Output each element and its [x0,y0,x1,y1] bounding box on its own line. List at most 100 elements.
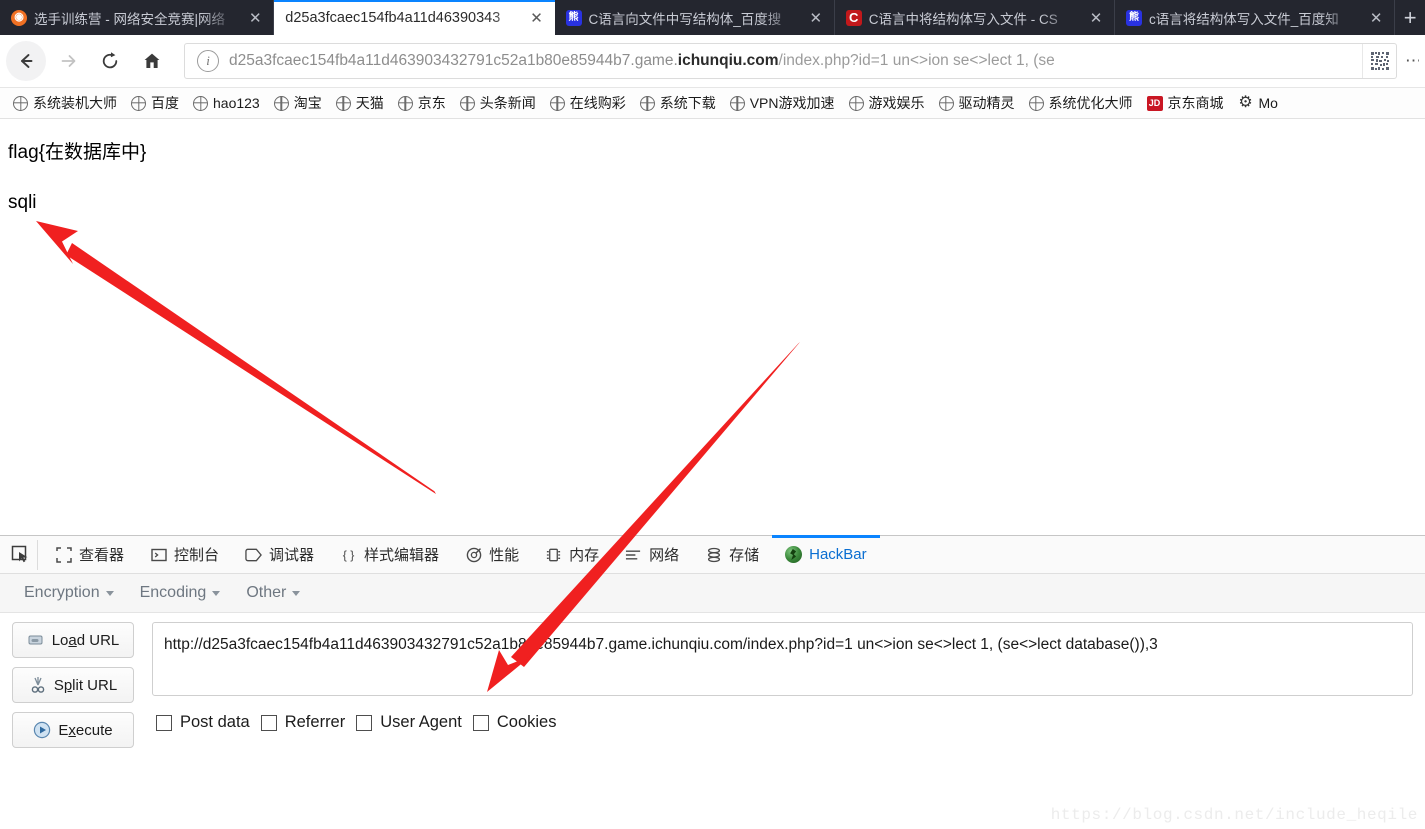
bookmark-item[interactable]: 系统装机大师 [6,93,124,113]
gear-icon: ⚙ [1238,94,1253,111]
checkbox-post-data[interactable] [156,714,172,731]
devtools-tab-inspector[interactable]: 查看器 [42,536,137,573]
devtools-panel: 查看器 控制台 调试器 { } 样式编辑器 性能 内存 网络 存储 HackBa… [0,535,1425,771]
browser-tab-3[interactable]: 熊 C语言向文件中写结构体_百度搜 ✕ [555,0,835,35]
bookmark-item[interactable]: 百度 [124,93,186,113]
devtools-tab-storage[interactable]: 存储 [692,536,772,573]
ichunqiu-icon: ◉ [11,9,27,26]
devtools-tab-label: 性能 [489,547,520,564]
tab-close-icon[interactable]: ✕ [1086,8,1106,28]
browser-tab-5[interactable]: 熊 c语言将结构体写入文件_百度知 ✕ [1115,0,1396,35]
bookmark-item[interactable]: 天猫 [329,93,391,113]
site-info-icon[interactable]: i [197,50,219,72]
option-user-agent[interactable]: User Agent [356,713,469,732]
devtools-tab-style-editor[interactable]: { } 样式编辑器 [327,536,452,573]
checkbox-user-agent[interactable] [356,714,373,731]
home-button[interactable] [132,41,172,81]
address-bar-actions [1362,44,1396,78]
bookmark-label: 京东商城 [1167,95,1224,111]
option-referrer[interactable]: Referrer [260,713,353,732]
devtools-tab-label: 内存 [569,547,600,564]
bookmark-label: 游戏娱乐 [868,95,925,111]
devtools-tab-label: 查看器 [79,547,125,564]
tab-title: d25a3fcaec154fb4a11d46390343 [285,9,501,26]
bookmark-item[interactable]: JD 京东商城 [1140,93,1231,113]
bookmark-label: 头条新闻 [479,95,536,111]
hackbar-menu-encryption[interactable]: Encryption [14,580,124,606]
execute-button[interactable]: Execute [12,712,134,748]
execute-label: Execute [58,721,113,739]
hackbar-url-area: http://d25a3fcaec154fb4a11d463903432791c… [152,622,1413,771]
browser-tab-2-active[interactable]: d25a3fcaec154fb4a11d46390343 ✕ [274,0,555,35]
browser-menu-button[interactable]: ⋯ [1405,51,1419,71]
option-label: Referrer [284,713,346,731]
hackbar-body: Load URL Split URL Execute http://d25a3f… [0,613,1425,771]
chevron-down-icon [292,590,301,596]
bookmark-item[interactable]: 淘宝 [267,93,329,113]
bookmark-item[interactable]: VPN游戏加速 [723,93,842,113]
devtools-tab-console[interactable]: 控制台 [137,536,232,573]
address-bar-text: d25a3fcaec154fb4a11d463903432791c52a1b80… [229,52,1362,70]
browser-tab-4[interactable]: C C语言中将结构体写入文件 - CS ✕ [835,0,1115,35]
bookmark-item[interactable]: 驱动精灵 [932,93,1022,113]
hackbar-menubar: Encryption Encoding Other [0,574,1425,613]
globe-icon [131,95,146,111]
bookmark-item[interactable]: 京东 [391,93,453,113]
console-icon [150,546,167,563]
tab-title: C语言中将结构体写入文件 - CS [868,11,1058,27]
load-url-button[interactable]: Load URL [12,622,134,658]
url-textarea[interactable]: http://d25a3fcaec154fb4a11d463903432791c… [152,622,1413,696]
hackbar-button-column: Load URL Split URL Execute [12,622,134,771]
devtools-tab-hackbar[interactable]: HackBar [772,535,880,573]
bookmark-item[interactable]: hao123 [186,95,267,111]
bookmark-item[interactable]: 系统下载 [633,93,723,113]
bookmark-item[interactable]: 游戏娱乐 [842,93,932,113]
split-url-button[interactable]: Split URL [12,667,134,703]
checkbox-referrer[interactable] [260,714,277,731]
devtools-tab-label: 样式编辑器 [364,547,440,564]
style-editor-icon: { } [340,546,357,563]
reload-button[interactable] [90,41,130,81]
watermark-text: https://blog.csdn.net/include_heqile [1050,806,1418,824]
devtools-tab-label: 存储 [729,547,760,564]
load-url-label: Load URL [51,631,120,649]
tab-title: c语言将结构体写入文件_百度知 [1148,11,1339,27]
devtools-tab-label: 控制台 [174,547,220,564]
bookmark-item[interactable]: 系统优化大师 [1022,93,1140,113]
option-cookies[interactable]: Cookies [472,713,564,732]
bookmark-label: VPN游戏加速 [749,95,835,111]
tab-close-icon[interactable]: ✕ [1366,8,1386,28]
new-tab-button[interactable]: + [1395,0,1425,35]
bookmark-item[interactable]: 在线购彩 [543,93,633,113]
option-label: Post data [180,713,250,731]
element-picker-icon[interactable] [4,539,38,570]
forward-button[interactable] [48,41,88,81]
checkbox-cookies[interactable] [472,714,489,731]
devtools-tab-network[interactable]: 网络 [612,536,692,573]
tab-close-icon[interactable]: ✕ [245,8,265,28]
hackbar-menu-encoding[interactable]: Encoding [130,580,231,606]
qr-code-icon[interactable] [1362,44,1396,78]
browser-tab-strip: ◉ 选手训练营 - 网络安全竞赛|网络 ✕ d25a3fcaec154fb4a1… [0,0,1425,35]
globe-icon [639,95,655,111]
back-button[interactable] [6,41,46,81]
baidu-icon: 熊 [1125,9,1142,26]
bookmark-label: 在线购彩 [569,95,626,111]
tab-title: C语言向文件中写结构体_百度搜 [588,11,782,27]
browser-tab-1[interactable]: ◉ 选手训练营 - 网络安全竞赛|网络 ✕ [0,0,275,35]
devtools-tab-debugger[interactable]: 调试器 [232,536,327,573]
globe-icon [848,95,864,111]
bookmark-item[interactable]: 头条新闻 [453,93,543,113]
memory-icon [545,546,562,563]
tab-close-icon[interactable]: ✕ [806,8,826,28]
hackbar-menu-other[interactable]: Other [236,580,310,606]
devtools-tab-performance[interactable]: 性能 [452,536,532,573]
option-post-data[interactable]: Post data [156,713,257,732]
address-bar[interactable]: i d25a3fcaec154fb4a11d463903432791c52a1b… [184,43,1397,79]
bookmark-label: 驱动精灵 [958,95,1015,111]
tab-close-icon[interactable]: ✕ [527,8,547,28]
split-url-label: Split URL [53,676,118,694]
globe-icon [273,95,289,111]
bookmark-item[interactable]: ⚙ Mo [1231,94,1285,112]
devtools-tab-memory[interactable]: 内存 [532,536,612,573]
